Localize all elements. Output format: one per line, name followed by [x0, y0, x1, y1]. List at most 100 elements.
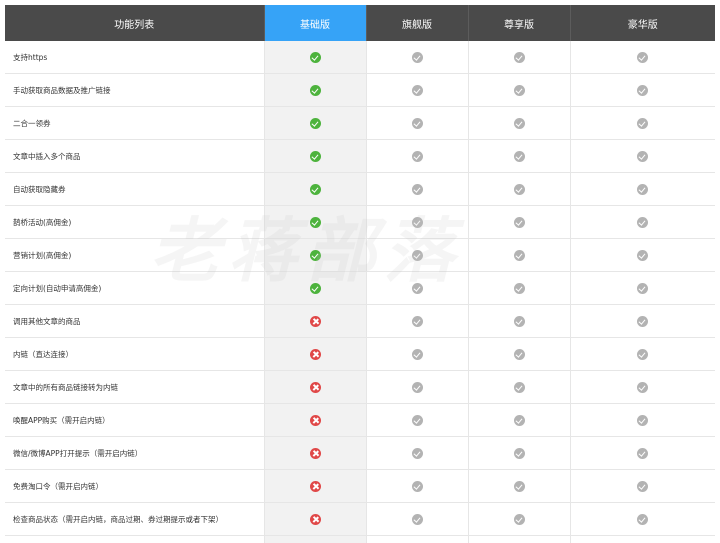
plan-cell: [468, 370, 571, 404]
check-circle-icon: [309, 216, 321, 228]
check-circle-icon: [637, 249, 649, 261]
table-row: 内链（直达连接）: [5, 337, 715, 371]
check-circle-icon: [637, 348, 649, 360]
check-circle-icon: [411, 249, 423, 261]
check-circle-icon: [513, 51, 525, 63]
cross-circle-icon: [309, 315, 321, 327]
plan-cell: [264, 205, 367, 239]
cross-circle-icon: [309, 480, 321, 492]
feature-name: 鹊桥活动(高佣金): [5, 205, 265, 239]
plan-cell: [570, 304, 715, 338]
check-circle-icon: [513, 414, 525, 426]
check-circle-icon: [411, 84, 423, 96]
check-circle-icon: [411, 117, 423, 129]
table-row: 文章中的所有商品链接转为内链: [5, 370, 715, 404]
feature-name: 唤醒APP购买（需开启内链）: [5, 403, 265, 437]
plan-cell: [468, 238, 571, 272]
plan-cell: [570, 172, 715, 206]
plan-cell: [366, 337, 469, 371]
check-circle-icon: [513, 348, 525, 360]
plan-cell: [570, 469, 715, 503]
check-circle-icon: [411, 348, 423, 360]
table-row: 文章中插入多个商品: [5, 139, 715, 173]
table-row: 微信/微博APP打开提示（需开启内链）: [5, 436, 715, 470]
plan-cell: [264, 304, 367, 338]
plan-cell: [264, 502, 367, 536]
plan-cell: [366, 205, 469, 239]
plan-cell: [366, 271, 469, 305]
check-circle-icon: [513, 480, 525, 492]
plan-cell: [468, 172, 571, 206]
check-circle-icon: [309, 249, 321, 261]
check-circle-icon: [637, 84, 649, 96]
check-circle-icon: [513, 150, 525, 162]
check-circle-icon: [411, 216, 423, 228]
check-circle-icon: [637, 51, 649, 63]
plan-cell: [570, 370, 715, 404]
table-row: 唤醒APP购买（需开启内链）: [5, 403, 715, 437]
check-circle-icon: [411, 51, 423, 63]
plan-cell: [570, 41, 715, 74]
feature-name: 自动获取隐藏券: [5, 172, 265, 206]
plan-cell: [366, 370, 469, 404]
check-circle-icon: [411, 513, 423, 525]
plan-cell: [468, 41, 571, 74]
plan-cell: [468, 535, 571, 543]
table-row: 支持https: [5, 41, 715, 74]
check-circle-icon: [513, 315, 525, 327]
plan-cell: [468, 403, 571, 437]
check-circle-icon: [309, 117, 321, 129]
plan-cell: [570, 436, 715, 470]
header-plan-2: 旗舰版: [366, 5, 469, 41]
plan-cell: [570, 205, 715, 239]
check-circle-icon: [637, 216, 649, 228]
check-circle-icon: [513, 513, 525, 525]
cross-circle-icon: [309, 381, 321, 393]
feature-comparison-table: 功能列表 基础版 旗舰版 尊享版 豪华版 支持https 手动获取商品数据及推广链接 二合一…: [5, 5, 715, 543]
plan-cell: [468, 205, 571, 239]
plan-cell: [468, 469, 571, 503]
header-feature-list: 功能列表: [5, 5, 265, 41]
plan-cell: [264, 370, 367, 404]
table-row: [5, 535, 715, 543]
plan-cell: [570, 238, 715, 272]
check-circle-icon: [513, 117, 525, 129]
check-circle-icon: [411, 315, 423, 327]
table-row: 手动获取商品数据及推广链接: [5, 73, 715, 107]
table-row: 鹊桥活动(高佣金): [5, 205, 715, 239]
check-circle-icon: [309, 150, 321, 162]
feature-name: 手动获取商品数据及推广链接: [5, 73, 265, 107]
plan-cell: [570, 139, 715, 173]
check-circle-icon: [637, 414, 649, 426]
table-row: 营销计划(高佣金): [5, 238, 715, 272]
plan-cell: [264, 238, 367, 272]
plan-cell: [570, 502, 715, 536]
header-plan-3: 尊享版: [468, 5, 571, 41]
check-circle-icon: [411, 447, 423, 459]
check-circle-icon: [513, 447, 525, 459]
plan-cell: [570, 73, 715, 107]
plan-cell: [468, 271, 571, 305]
feature-name: 微信/微博APP打开提示（需开启内链）: [5, 436, 265, 470]
feature-name: 定向计划(自动申请高佣金): [5, 271, 265, 305]
page: 功能列表 基础版 旗舰版 尊享版 豪华版 支持https 手动获取商品数据及推广链接 二合一…: [0, 0, 720, 543]
plan-cell: [570, 106, 715, 140]
plan-cell: [468, 436, 571, 470]
plan-cell: [366, 106, 469, 140]
plan-cell: [468, 73, 571, 107]
plan-cell: [570, 337, 715, 371]
plan-cell: [366, 139, 469, 173]
plan-cell: [468, 502, 571, 536]
plan-cell: [264, 139, 367, 173]
plan-cell: [366, 238, 469, 272]
plan-cell: [366, 469, 469, 503]
header-plan-1: 基础版: [264, 5, 367, 41]
check-circle-icon: [637, 381, 649, 393]
cross-circle-icon: [309, 513, 321, 525]
plan-cell: [264, 436, 367, 470]
table-row: 调用其他文章的商品: [5, 304, 715, 338]
table-row: 检查商品状态（需开启内链，商品过期、券过期提示或者下架）: [5, 502, 715, 536]
plan-cell: [366, 172, 469, 206]
feature-name: 支持https: [5, 41, 265, 74]
check-circle-icon: [637, 150, 649, 162]
